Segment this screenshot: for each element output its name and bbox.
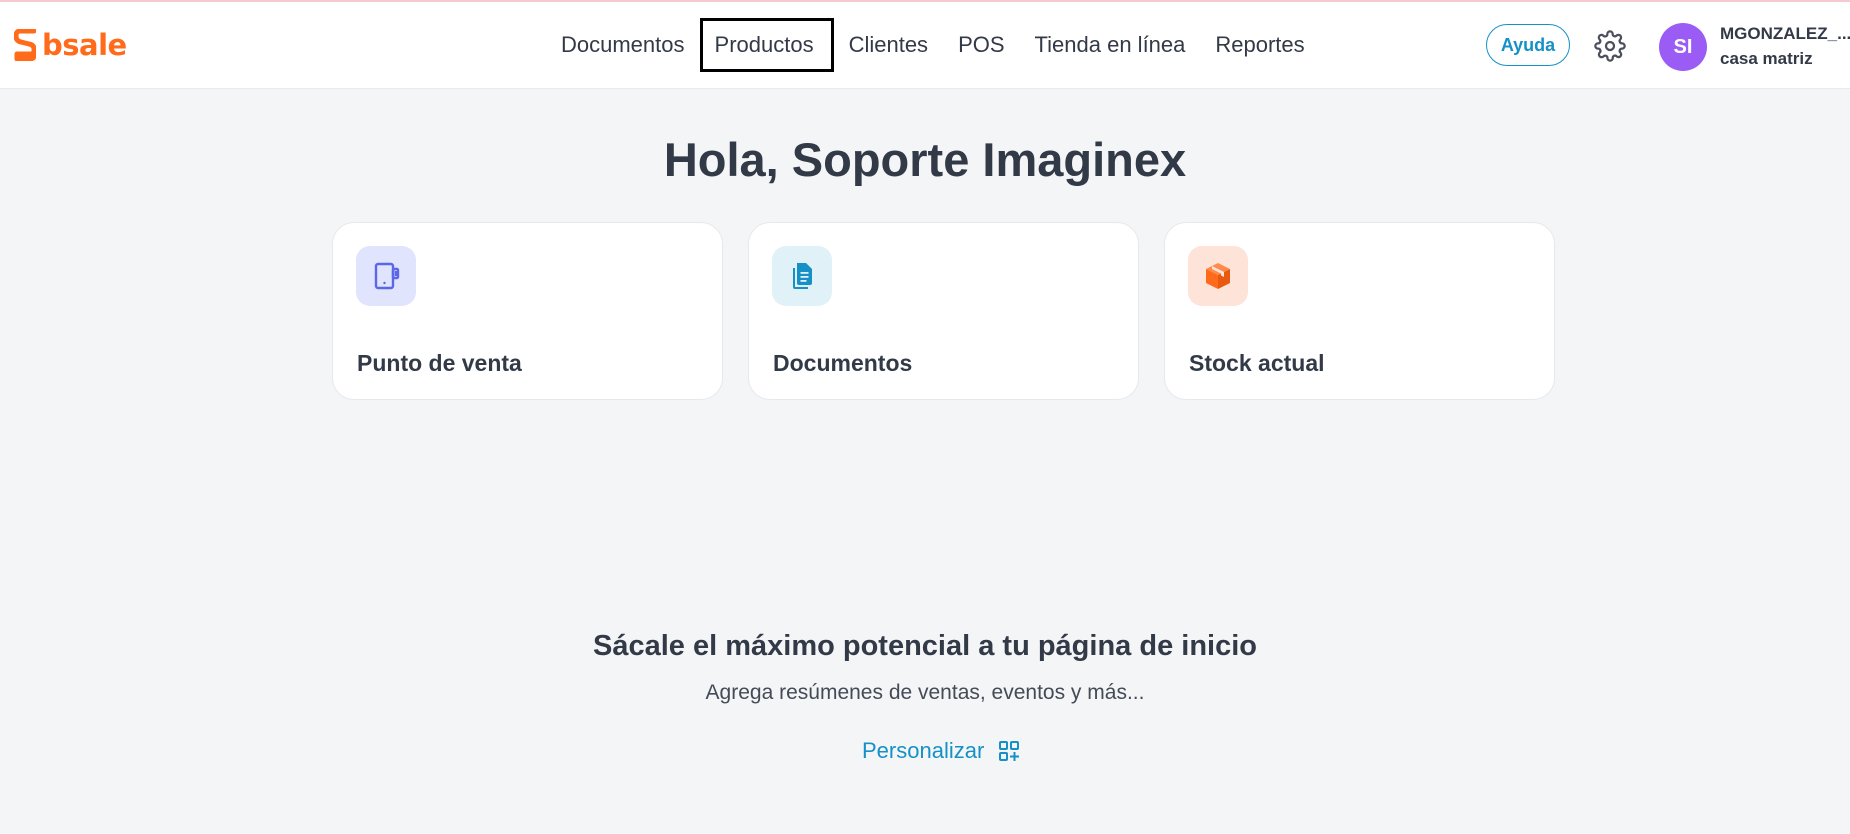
card-punto-de-venta[interactable]: Punto de venta [332,222,723,400]
card-stock-actual[interactable]: Stock actual [1164,222,1555,400]
pos-terminal-icon [356,246,416,306]
user-branch[interactable]: casa matriz [1720,49,1813,69]
main-nav: Documentos Productos Clientes POS Tienda… [546,2,1320,88]
nav-item-pos[interactable]: POS [943,18,1019,72]
nav-item-reportes[interactable]: Reportes [1200,18,1319,72]
bsale-logo-icon [14,29,36,61]
add-widget-icon [999,741,1020,761]
promo-title: Sácale el máximo potencial a tu página d… [593,630,1257,662]
customize-link[interactable]: Personalizar [862,736,1020,766]
gear-icon[interactable] [1594,30,1626,62]
promo-subtitle: Agrega resúmenes de ventas, eventos y má… [705,681,1145,704]
page-greeting: Hola, Soporte Imaginex [663,133,1187,186]
user-name[interactable]: MGONZALEZ_... [1720,24,1850,44]
user-avatar[interactable]: SI [1659,23,1707,71]
top-navbar: bsale Documentos Productos Clientes POS … [0,2,1850,89]
box-icon [1188,246,1248,306]
card-label: Punto de venta [357,350,522,376]
bsale-logo[interactable]: bsale [14,28,127,62]
help-button[interactable]: Ayuda [1486,24,1570,66]
shortcut-cards: Punto de venta Documentos Stock actual [332,222,1555,400]
card-label: Documentos [773,350,913,376]
nav-item-productos[interactable]: Productos [699,18,834,72]
card-documentos[interactable]: Documentos [748,222,1139,400]
nav-item-tienda-en-linea[interactable]: Tienda en línea [1020,18,1201,72]
customize-label: Personalizar [862,738,985,763]
brand-name: bsale [42,28,127,62]
document-icon [772,246,832,306]
nav-item-clientes[interactable]: Clientes [834,18,943,72]
nav-item-documentos[interactable]: Documentos [546,18,700,72]
card-label: Stock actual [1189,350,1325,376]
